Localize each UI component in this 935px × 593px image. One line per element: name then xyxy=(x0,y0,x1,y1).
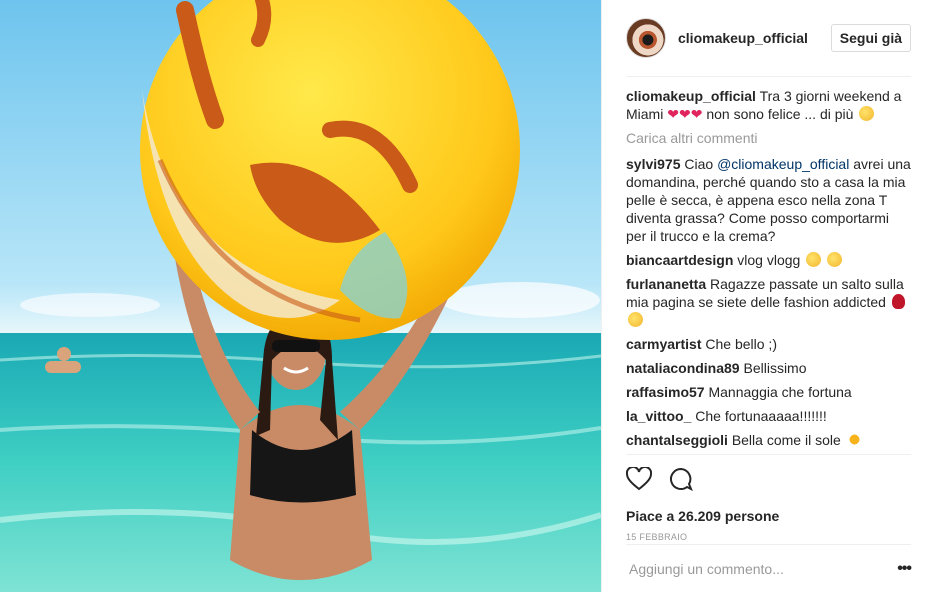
list-item: la_vittoo_ Che fortunaaaaa!!!!!!! xyxy=(626,407,911,425)
comment-username[interactable]: chantalseggioli xyxy=(626,432,728,448)
heart-icon[interactable] xyxy=(625,465,653,493)
list-item: carmyartist Che bello ;) xyxy=(626,335,911,353)
comment-username[interactable]: cliomakeup_official xyxy=(626,88,756,104)
list-item: nataliacondina89 Bellissimo xyxy=(626,359,911,377)
comment-username[interactable]: carmyartist xyxy=(626,336,702,352)
add-comment-bar: ••• xyxy=(626,544,912,593)
beach-photo-illustration xyxy=(0,0,601,592)
comment-input[interactable] xyxy=(626,560,898,578)
post-header: cliomakeup_official Segui già xyxy=(626,0,911,77)
caption: cliomakeup_official Tra 3 giorni weekend… xyxy=(626,87,911,123)
caption-text: non sono felice ... di più xyxy=(706,106,854,122)
comment-text: Che fortunaaaaa!!!!!!! xyxy=(695,408,827,424)
grin-emoji-icon xyxy=(806,252,822,267)
rose-emoji-icon xyxy=(891,294,905,309)
load-more-comments-link[interactable]: Carica altri commenti xyxy=(626,129,911,147)
comment-text: Mannaggia che fortuna xyxy=(708,384,852,400)
list-item: biancaartdesign vlog vlogg xyxy=(626,251,911,269)
instagram-post: cliomakeup_official Segui già cliomakeup… xyxy=(0,0,935,592)
post-actions: Piace a 26.209 persone 15 FEBBRAIO xyxy=(625,454,911,542)
avatar[interactable] xyxy=(626,18,666,58)
comment-username[interactable]: raffasimo57 xyxy=(626,384,705,400)
comment-text: Bella come il sole xyxy=(731,432,841,448)
comment-username[interactable]: biancaartdesign xyxy=(626,252,733,268)
post-date: 15 FEBBRAIO xyxy=(626,532,688,542)
mention-link[interactable]: @cliomakeup_official xyxy=(717,156,849,172)
post-sidebar: cliomakeup_official Segui già cliomakeup… xyxy=(601,0,935,592)
comment-text: Che bello ;) xyxy=(705,336,777,352)
more-options-icon[interactable]: ••• xyxy=(897,560,912,578)
list-item: sylvi975 Ciao @cliomakeup_official avrei… xyxy=(626,155,911,245)
likes-count[interactable]: Piace a 26.209 persone xyxy=(626,508,911,524)
sun-emoji-icon xyxy=(846,432,862,447)
comment-text: vlog vlogg xyxy=(737,252,801,268)
list-item: furlananetta Ragazze passate un salto su… xyxy=(626,275,911,329)
list-item: raffasimo57 Mannaggia che fortuna xyxy=(626,383,911,401)
kiss-emoji-icon xyxy=(827,252,843,267)
comment-username[interactable]: furlananetta xyxy=(626,276,706,292)
comment-username[interactable]: la_vittoo_ xyxy=(626,408,691,424)
tongue-emoji-icon xyxy=(859,106,875,121)
follow-button[interactable]: Segui già xyxy=(830,24,911,52)
comment-username[interactable]: sylvi975 xyxy=(626,156,681,172)
username-link[interactable]: cliomakeup_official xyxy=(678,30,808,46)
action-icons xyxy=(625,465,911,493)
comment-text: Bellissimo xyxy=(743,360,807,376)
comment-text: Ciao xyxy=(684,156,714,172)
comment-icon[interactable] xyxy=(668,467,694,493)
comment-username[interactable]: nataliacondina89 xyxy=(626,360,740,376)
kiss-emoji-icon xyxy=(628,312,643,327)
list-item: chantalseggioli Bella come il sole xyxy=(626,431,911,449)
comments-list: cliomakeup_official Tra 3 giorni weekend… xyxy=(626,87,911,455)
post-photo[interactable] xyxy=(0,0,601,592)
heart-emojis: ❤❤❤ xyxy=(667,106,703,122)
